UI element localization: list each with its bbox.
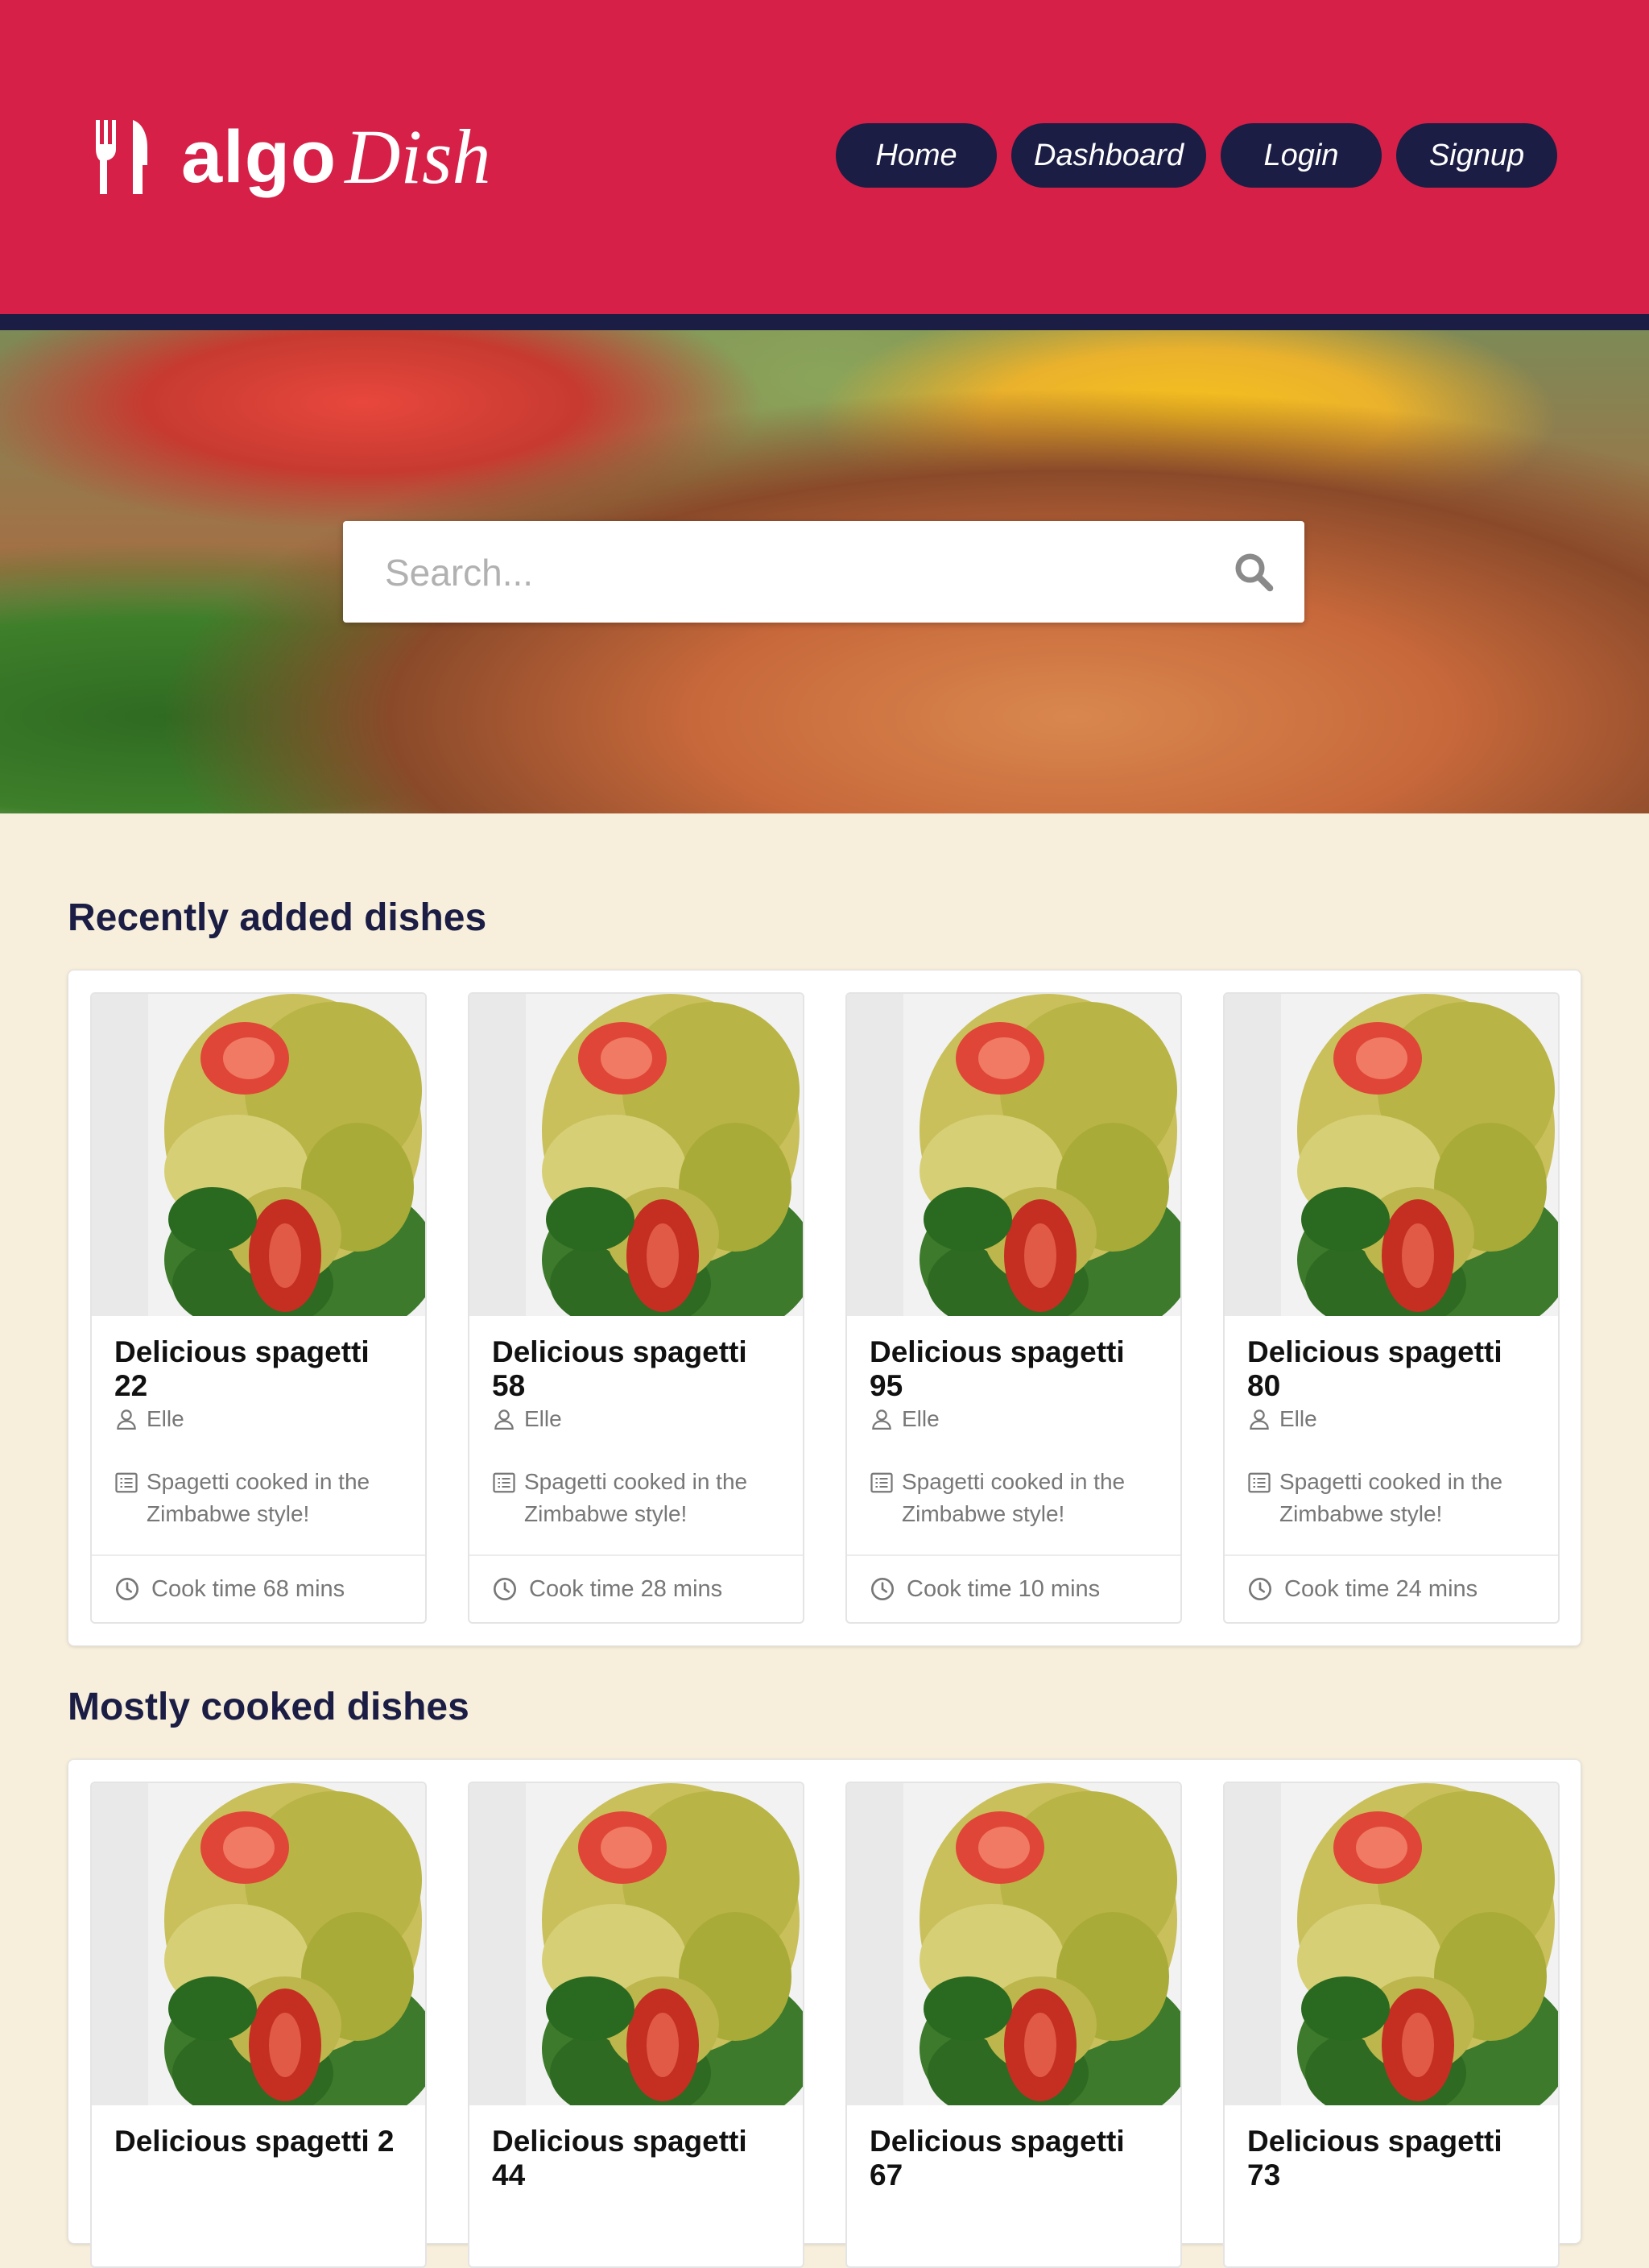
dish-card[interactable]: Delicious spagetti 95 Elle Spagetti cook… (845, 992, 1182, 1624)
cook-time-text: Cook time 24 mins (1284, 1575, 1478, 1602)
cook-time-text: Cook time 28 mins (529, 1575, 723, 1602)
dish-title[interactable]: Delicious spagetti 95 (870, 1335, 1158, 1402)
description-text: Spagetti cooked in the Zimbabwe style! (524, 1469, 748, 1526)
brand-name-dish: Dish (345, 114, 491, 200)
dish-title[interactable]: Delicious spagetti 44 (492, 2125, 780, 2191)
dish-image (469, 1783, 803, 2105)
dish-title[interactable]: Delicious spagetti 22 (114, 1335, 403, 1402)
dish-cook-time: Cook time 68 mins (92, 1554, 425, 1622)
search-input[interactable] (383, 545, 1192, 600)
clock-icon (114, 1576, 140, 1602)
description-text: Spagetti cooked in the Zimbabwe style! (1279, 1469, 1503, 1526)
section-title-recent: Recently added dishes (68, 896, 487, 939)
dish-description: Spagetti cooked in the Zimbabwe style! (1247, 1466, 1535, 1530)
search-box (343, 521, 1304, 623)
dish-card[interactable]: Delicious spagetti 22 Elle Spagetti cook… (90, 992, 427, 1624)
dish-title[interactable]: Delicious spagetti 80 (1247, 1335, 1535, 1402)
dish-cook-time: Cook time 24 mins (1225, 1554, 1558, 1622)
clock-icon (870, 1576, 895, 1602)
list-icon (1247, 1471, 1271, 1495)
brand-name-algo: algo (181, 116, 337, 198)
dish-author: Elle (870, 1403, 1158, 1435)
dish-image (469, 994, 803, 1316)
dish-image (847, 1783, 1180, 2105)
recent-dishes-panel: Delicious spagetti 22 Elle Spagetti cook… (68, 970, 1581, 1646)
search-icon[interactable] (1232, 550, 1275, 594)
list-icon (870, 1471, 894, 1495)
nav-home-button[interactable]: Home (836, 123, 997, 188)
description-text: Spagetti cooked in the Zimbabwe style! (902, 1469, 1126, 1526)
author-name: Elle (1279, 1406, 1317, 1431)
main-nav: Home Dashboard Login Signup (836, 123, 1557, 188)
user-icon (492, 1407, 516, 1431)
dish-card[interactable]: Delicious spagetti 73 (1223, 1782, 1560, 2268)
dish-card[interactable]: Delicious spagetti 67 (845, 1782, 1182, 2268)
dish-image (92, 994, 425, 1316)
dish-title[interactable]: Delicious spagetti 73 (1247, 2125, 1535, 2191)
section-title-most-cooked: Mostly cooked dishes (68, 1686, 469, 1728)
dish-author: Elle (1247, 1403, 1535, 1435)
dish-cook-time: Cook time 10 mins (847, 1554, 1180, 1622)
dish-card[interactable]: Delicious spagetti 44 (468, 1782, 804, 2268)
dish-description: Spagetti cooked in the Zimbabwe style! (114, 1466, 403, 1530)
user-icon (1247, 1407, 1271, 1431)
hero-banner (0, 330, 1649, 813)
dish-image (1225, 1783, 1558, 2105)
dish-image (92, 1783, 425, 2105)
dish-description: Spagetti cooked in the Zimbabwe style! (492, 1466, 780, 1530)
dish-card[interactable]: Delicious spagetti 58 Elle Spagetti cook… (468, 992, 804, 1624)
description-text: Spagetti cooked in the Zimbabwe style! (147, 1469, 370, 1526)
author-name: Elle (902, 1406, 940, 1431)
dish-image (1225, 994, 1558, 1316)
dish-description: Spagetti cooked in the Zimbabwe style! (870, 1466, 1158, 1530)
cook-time-text: Cook time 68 mins (151, 1575, 345, 1602)
cook-time-text: Cook time 10 mins (907, 1575, 1101, 1602)
dish-image (847, 994, 1180, 1316)
list-icon (492, 1471, 516, 1495)
nav-login-button[interactable]: Login (1221, 123, 1382, 188)
dish-card[interactable]: Delicious spagetti 2 (90, 1782, 427, 2268)
author-name: Elle (147, 1406, 184, 1431)
brand-logo[interactable]: algo Dish (93, 117, 490, 197)
user-icon (870, 1407, 894, 1431)
dish-title[interactable]: Delicious spagetti 2 (114, 2125, 403, 2163)
clock-icon (1247, 1576, 1273, 1602)
dish-cook-time: Cook time 28 mins (469, 1554, 803, 1622)
fork-knife-icon (96, 120, 147, 194)
dish-author: Elle (114, 1403, 403, 1435)
nav-dashboard-button[interactable]: Dashboard (1011, 123, 1206, 188)
user-icon (114, 1407, 138, 1431)
dish-title[interactable]: Delicious spagetti 67 (870, 2125, 1158, 2191)
dish-card[interactable]: Delicious spagetti 80 Elle Spagetti cook… (1223, 992, 1560, 1624)
dish-author: Elle (492, 1403, 780, 1435)
clock-icon (492, 1576, 518, 1602)
header-divider (0, 314, 1649, 330)
most-cooked-dishes-panel: Delicious spagetti 2 Delicious spagetti … (68, 1759, 1581, 2268)
site-header: algo Dish Home Dashboard Login Signup (0, 0, 1649, 314)
nav-signup-button[interactable]: Signup (1396, 123, 1557, 188)
author-name: Elle (524, 1406, 562, 1431)
dish-title[interactable]: Delicious spagetti 58 (492, 1335, 780, 1402)
list-icon (114, 1471, 138, 1495)
